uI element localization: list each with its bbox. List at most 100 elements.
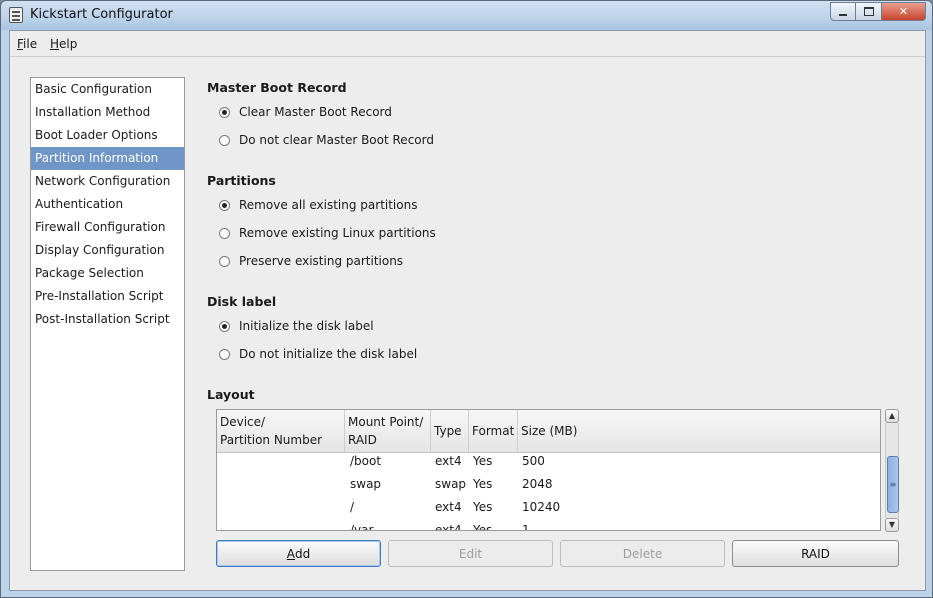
nav-item-package-selection[interactable]: Package Selection (31, 262, 184, 285)
cell-mount: swap (350, 477, 382, 491)
nav-item-partition-information[interactable]: Partition Information (31, 147, 184, 170)
column-header-device-line1: Device/ (220, 415, 266, 429)
menu-help[interactable]: Help (50, 37, 77, 51)
radio-clear-mbr[interactable]: Clear Master Boot Record (219, 104, 392, 120)
nav-item-firewall-configuration[interactable]: Firewall Configuration (31, 216, 184, 239)
column-header-device-line2: Partition Number (220, 433, 323, 447)
app-icon (9, 7, 23, 23)
column-header-mount-line1: Mount Point/ (348, 415, 424, 429)
disklabel-section-title: Disk label (207, 294, 277, 309)
radio-indicator[interactable] (219, 106, 230, 118)
table-row[interactable]: /var ext4 Yes 1 (217, 519, 880, 531)
radio-indicator[interactable] (219, 227, 230, 239)
scroll-up-button[interactable]: ▲ (885, 409, 899, 423)
add-button-mnemonic: A (286, 546, 295, 561)
radio-label: Initialize the disk label (239, 319, 374, 333)
kickstart-window: Kickstart Configurator ✕ File Help Basic… (0, 0, 933, 598)
column-header-mount-text: Mount Point/RAID (348, 413, 423, 449)
radio-remove-linux-partitions[interactable]: Remove existing Linux partitions (219, 225, 436, 241)
menu-help-mnemonic: H (50, 37, 60, 51)
menu-help-label: elp (59, 37, 78, 51)
radio-label: Remove all existing partitions (239, 198, 418, 212)
add-button-label: dd (294, 546, 311, 561)
cell-mount: /var (350, 523, 374, 531)
menu-file[interactable]: File (17, 37, 37, 51)
column-header-device[interactable]: Device/Partition Number (217, 410, 345, 452)
nav-item-display-configuration[interactable]: Display Configuration (31, 239, 184, 262)
close-icon: ✕ (898, 5, 909, 18)
mbr-section-title: Master Boot Record (207, 80, 347, 95)
scroll-track[interactable]: ≡ (885, 423, 899, 518)
maximize-button[interactable] (856, 2, 882, 21)
radio-label: Remove existing Linux partitions (239, 226, 436, 240)
close-button[interactable]: ✕ (882, 2, 926, 21)
cell-size: 500 (522, 454, 545, 468)
radio-indicator[interactable] (219, 199, 230, 211)
cell-format: Yes (473, 477, 493, 491)
layout-section-title: Layout (207, 387, 255, 402)
minimize-button[interactable] (830, 2, 856, 21)
cell-format: Yes (473, 454, 493, 468)
radio-indicator[interactable] (219, 134, 230, 146)
nav-item-pre-installation-script[interactable]: Pre-Installation Script (31, 285, 184, 308)
column-header-mount-line2: RAID (348, 433, 377, 447)
partition-layout-table[interactable]: Device/Partition Number Mount Point/RAID… (216, 409, 881, 531)
add-button[interactable]: Add (216, 540, 381, 567)
nav-item-post-installation-script[interactable]: Post-Installation Script (31, 308, 184, 331)
window-title: Kickstart Configurator (30, 7, 173, 22)
cell-format: Yes (473, 500, 493, 514)
radio-label: Preserve existing partitions (239, 254, 404, 268)
table-row[interactable]: /boot ext4 Yes 500 (217, 450, 880, 473)
grip-icon: ≡ (889, 480, 897, 489)
column-header-mount-point[interactable]: Mount Point/RAID (345, 410, 431, 452)
nav-item-boot-loader-options[interactable]: Boot Loader Options (31, 124, 184, 147)
radio-remove-all-partitions[interactable]: Remove all existing partitions (219, 197, 417, 213)
maximize-icon (863, 7, 874, 16)
scroll-down-button[interactable]: ▼ (885, 518, 899, 532)
column-header-type[interactable]: Type (431, 410, 469, 452)
table-row[interactable]: / ext4 Yes 10240 (217, 496, 880, 519)
cell-size: 10240 (522, 500, 561, 514)
radio-label: Do not initialize the disk label (239, 347, 418, 361)
radio-indicator[interactable] (219, 320, 230, 332)
nav-item-network-configuration[interactable]: Network Configuration (31, 170, 184, 193)
edit-button[interactable]: Edit (388, 540, 553, 567)
menu-bar: File Help (10, 31, 925, 57)
category-list[interactable]: Basic Configuration Installation Method … (30, 77, 185, 571)
cell-type: swap (435, 477, 467, 491)
partitions-section-title: Partitions (207, 173, 276, 188)
radio-do-not-initialize-disk-label[interactable]: Do not initialize the disk label (219, 346, 417, 362)
radio-indicator[interactable] (219, 348, 230, 360)
column-header-format[interactable]: Format (469, 410, 518, 452)
cell-type: ext4 (435, 454, 462, 468)
chevron-up-icon: ▲ (888, 411, 896, 420)
cell-mount: /boot (350, 454, 382, 468)
radio-initialize-disk-label[interactable]: Initialize the disk label (219, 318, 374, 334)
cell-size: 1 (522, 523, 530, 531)
title-bar[interactable]: Kickstart Configurator ✕ (1, 1, 932, 30)
radio-label: Do not clear Master Boot Record (239, 133, 434, 147)
nav-item-basic-configuration[interactable]: Basic Configuration (31, 78, 184, 101)
table-row[interactable]: swap swap Yes 2048 (217, 473, 880, 496)
cell-type: ext4 (435, 500, 462, 514)
cell-mount: / (350, 500, 355, 514)
raid-button[interactable]: RAID (732, 540, 899, 567)
nav-item-installation-method[interactable]: Installation Method (31, 101, 184, 124)
cell-size: 2048 (522, 477, 553, 491)
nav-item-authentication[interactable]: Authentication (31, 193, 184, 216)
layout-scrollbar[interactable]: ▲ ≡ ▼ (885, 409, 899, 532)
delete-button[interactable]: Delete (560, 540, 725, 567)
column-header-device-text: Device/Partition Number (220, 413, 322, 449)
column-header-size[interactable]: Size (MB) (518, 410, 880, 452)
cell-format: Yes (473, 523, 493, 531)
radio-label: Clear Master Boot Record (239, 105, 392, 119)
radio-indicator[interactable] (219, 255, 230, 267)
radio-do-not-clear-mbr[interactable]: Do not clear Master Boot Record (219, 132, 434, 148)
radio-preserve-partitions[interactable]: Preserve existing partitions (219, 253, 403, 269)
minimize-icon (839, 13, 847, 16)
chevron-down-icon: ▼ (888, 520, 896, 529)
window-controls: ✕ (830, 2, 926, 21)
table-header: Device/Partition Number Mount Point/RAID… (217, 410, 880, 453)
scroll-thumb[interactable]: ≡ (887, 456, 899, 513)
client-area: File Help Basic Configuration Installati… (9, 30, 926, 591)
